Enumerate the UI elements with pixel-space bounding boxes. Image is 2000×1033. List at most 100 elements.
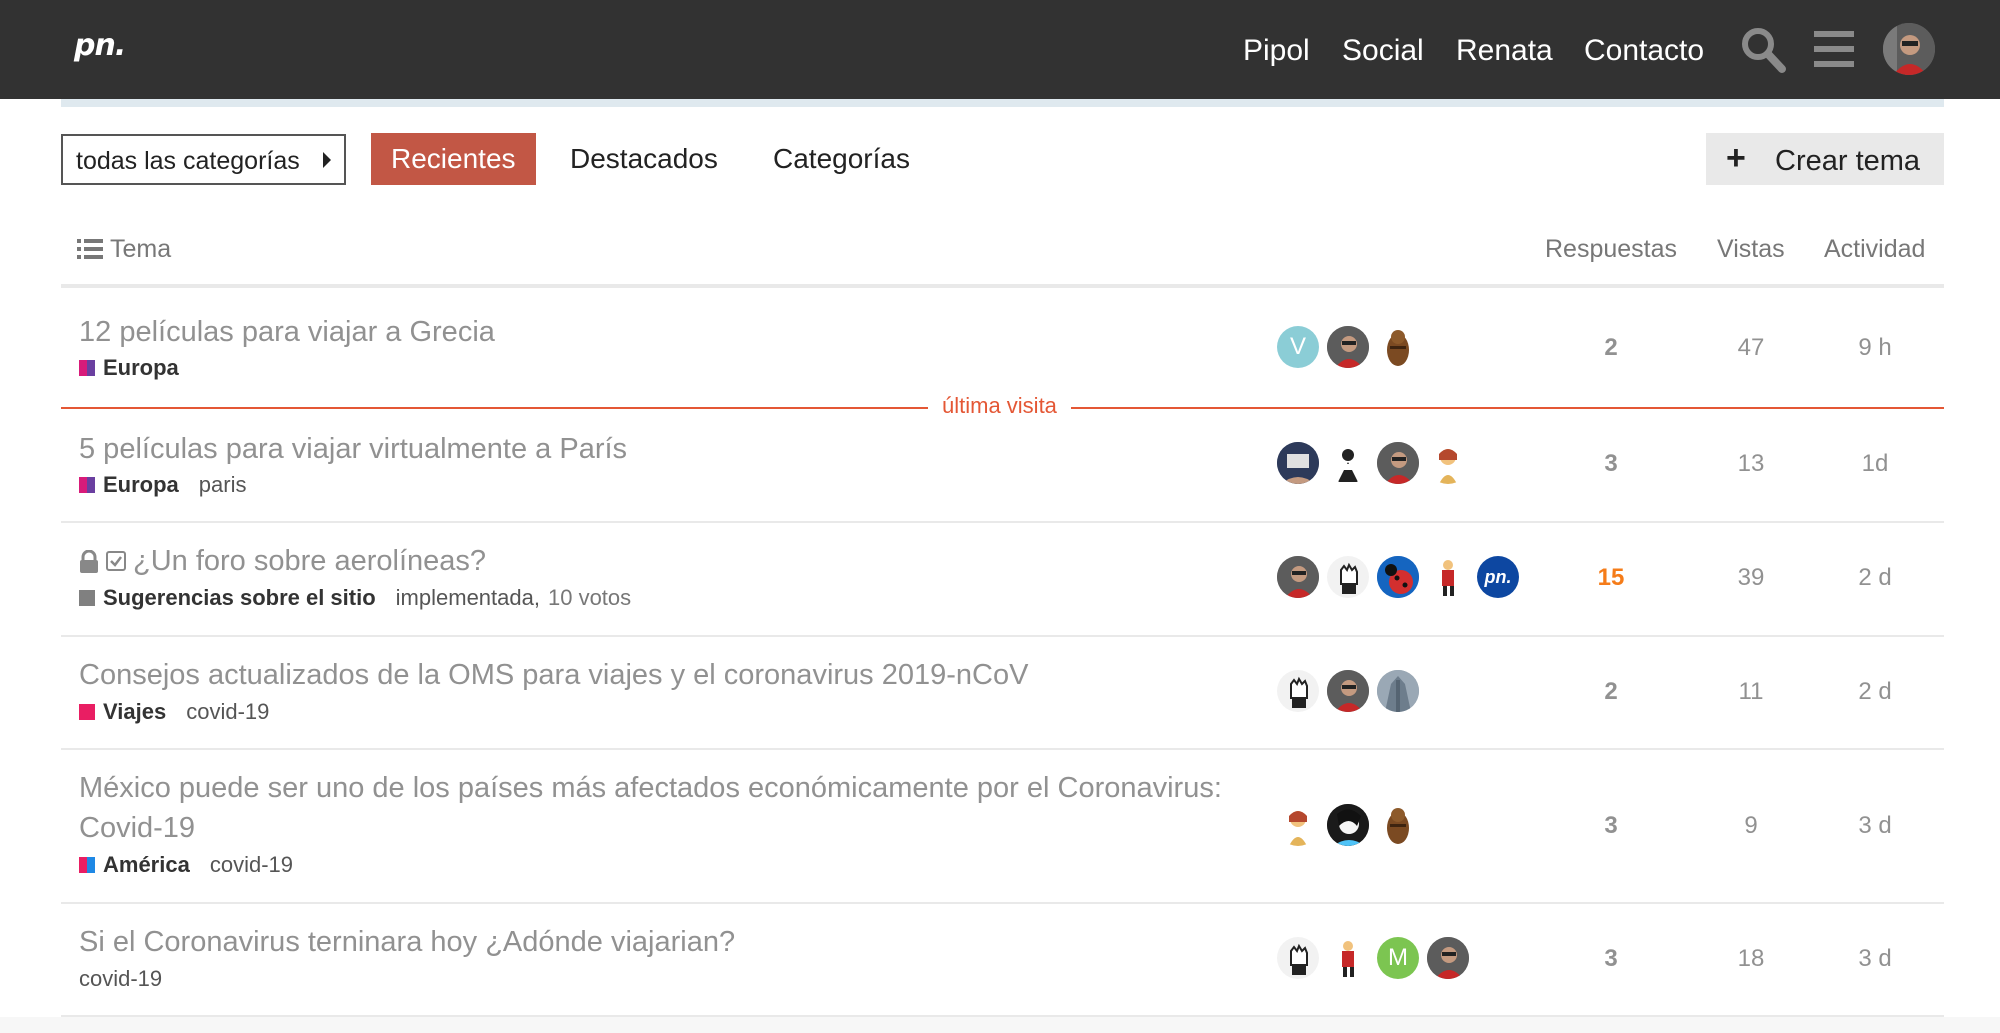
category-badge-color (79, 477, 95, 493)
topic-meta: covid-19 (79, 966, 168, 992)
category-link[interactable]: Europa (103, 355, 179, 381)
avatar[interactable] (1377, 804, 1419, 846)
topic-title[interactable]: México puede ser uno de los países más a… (79, 772, 1222, 805)
header-divider (61, 99, 1944, 107)
views-count: 18 (1737, 945, 1765, 972)
views-count: 11 (1738, 678, 1764, 705)
topic-title[interactable]: Consejos actualizados de la OMS para via… (79, 659, 1028, 692)
avatar[interactable] (1377, 670, 1419, 712)
create-topic-button[interactable]: + Crear tema (1706, 133, 1944, 185)
avatar[interactable] (1327, 804, 1369, 846)
topic-row[interactable]: ¿Un foro sobre aerolíneas? Sugerencias s… (61, 523, 1944, 637)
topic-meta: Sugerencias sobre el sitio implementada,… (79, 585, 631, 611)
avatar[interactable] (1277, 670, 1319, 712)
category-dropdown-label: todas las categorías (76, 147, 300, 175)
topic-row[interactable]: 5 películas para viajar virtualmente a P… (61, 409, 1944, 523)
category-dropdown[interactable]: todas las categorías (61, 134, 346, 185)
topic-meta: América covid-19 (79, 852, 299, 878)
activity-time[interactable]: 2 d (1820, 564, 1930, 592)
nav-link-social[interactable]: Social (1342, 34, 1424, 68)
replies-count[interactable]: 15 (1556, 564, 1666, 592)
nav-link-renata[interactable]: Renata (1456, 34, 1553, 68)
avatar[interactable] (1427, 556, 1469, 598)
category-link[interactable]: Viajes (103, 699, 166, 725)
tab-recientes[interactable]: Recientes (371, 133, 536, 185)
column-header-activity[interactable]: Actividad (1824, 235, 1925, 264)
views-count: 47 (1737, 334, 1765, 361)
topic-title-line2[interactable]: Covid-19 (79, 812, 195, 845)
avatar[interactable] (1277, 804, 1319, 846)
topic-row[interactable]: México puede ser uno de los países más a… (61, 750, 1944, 904)
avatar[interactable] (1377, 556, 1419, 598)
search-icon[interactable] (1740, 26, 1786, 74)
solved-check-icon (106, 551, 126, 571)
avatar[interactable] (1427, 442, 1469, 484)
topic-row[interactable]: 12 películas para viajar a Grecia Europa… (61, 288, 1944, 407)
tag-link[interactable]: implementada (396, 585, 534, 611)
avatar[interactable] (1277, 937, 1319, 979)
topic-row[interactable]: Si el Coronavirus terninara hoy ¿Adónde … (61, 904, 1944, 1017)
category-link[interactable]: Sugerencias sobre el sitio (103, 585, 376, 611)
plus-icon: + (1726, 139, 1746, 177)
replies-count[interactable]: 3 (1556, 812, 1666, 840)
lock-icon (80, 550, 98, 573)
pn-avatar[interactable]: pn. (1477, 556, 1519, 598)
avatar[interactable] (1377, 326, 1419, 368)
votes-count: 10 votos (547, 585, 632, 610)
views-count: 13 (1737, 450, 1765, 477)
avatar[interactable] (1377, 442, 1419, 484)
avatar[interactable] (1327, 326, 1369, 368)
site-header: pn. Pipol Social Renata Contacto (0, 0, 2000, 99)
site-logo[interactable]: pn. (74, 28, 126, 63)
activity-time[interactable]: 1d (1820, 450, 1930, 478)
hamburger-menu-icon[interactable] (1814, 30, 1854, 68)
topic-title[interactable]: ¿Un foro sobre aerolíneas? (133, 545, 486, 578)
avatar[interactable] (1327, 442, 1369, 484)
activity-time[interactable]: 9 h (1820, 334, 1930, 362)
category-badge-color (79, 590, 95, 606)
topic-meta: Europa (79, 355, 199, 381)
avatar[interactable]: V (1277, 326, 1319, 368)
page-bottom-strip (0, 1017, 2000, 1033)
topic-meta: Europa paris (79, 472, 252, 498)
category-link[interactable]: Europa (103, 472, 179, 498)
topic-row[interactable]: Consejos actualizados de la OMS para via… (61, 637, 1944, 750)
column-header-replies[interactable]: Respuestas (1545, 235, 1677, 264)
poster-avatars (1277, 670, 1427, 712)
tag-link[interactable]: paris (199, 472, 247, 498)
nav-link-contacto[interactable]: Contacto (1584, 34, 1704, 68)
category-link[interactable]: América (103, 852, 190, 878)
topic-title[interactable]: Si el Coronavirus terninara hoy ¿Adónde … (79, 926, 735, 959)
column-header-topic[interactable]: Tema (110, 235, 171, 264)
avatar[interactable] (1327, 670, 1369, 712)
topic-title[interactable]: 5 películas para viajar virtualmente a P… (79, 433, 627, 466)
column-header-views[interactable]: Vistas (1717, 235, 1785, 264)
caret-right-icon (323, 152, 331, 168)
avatar[interactable] (1277, 442, 1319, 484)
nav-link-pipol[interactable]: Pipol (1243, 34, 1310, 68)
avatar[interactable] (1327, 937, 1369, 979)
activity-time[interactable]: 3 d (1820, 945, 1930, 973)
tag-link[interactable]: covid-19 (79, 966, 162, 992)
current-user-avatar[interactable] (1883, 23, 1935, 75)
topic-title[interactable]: 12 películas para viajar a Grecia (79, 316, 495, 349)
tab-categorias[interactable]: Categorías (773, 133, 910, 185)
tab-destacados[interactable]: Destacados (570, 133, 718, 185)
tag-link[interactable]: covid-19 (210, 852, 293, 878)
avatar[interactable] (1277, 556, 1319, 598)
category-badge-color (79, 360, 95, 376)
replies-count[interactable]: 2 (1556, 334, 1666, 362)
replies-count[interactable]: 3 (1556, 945, 1666, 973)
avatar[interactable] (1427, 937, 1469, 979)
activity-time[interactable]: 3 d (1820, 812, 1930, 840)
views-count: 9 (1744, 812, 1758, 839)
avatar[interactable] (1327, 556, 1369, 598)
replies-count[interactable]: 2 (1556, 678, 1666, 706)
poster-avatars (1277, 804, 1427, 846)
replies-count[interactable]: 3 (1556, 450, 1666, 478)
avatar[interactable]: M (1377, 937, 1419, 979)
category-badge-color (79, 704, 95, 720)
activity-time[interactable]: 2 d (1820, 678, 1930, 706)
tag-link[interactable]: covid-19 (186, 699, 269, 725)
category-badge-color (79, 857, 95, 873)
